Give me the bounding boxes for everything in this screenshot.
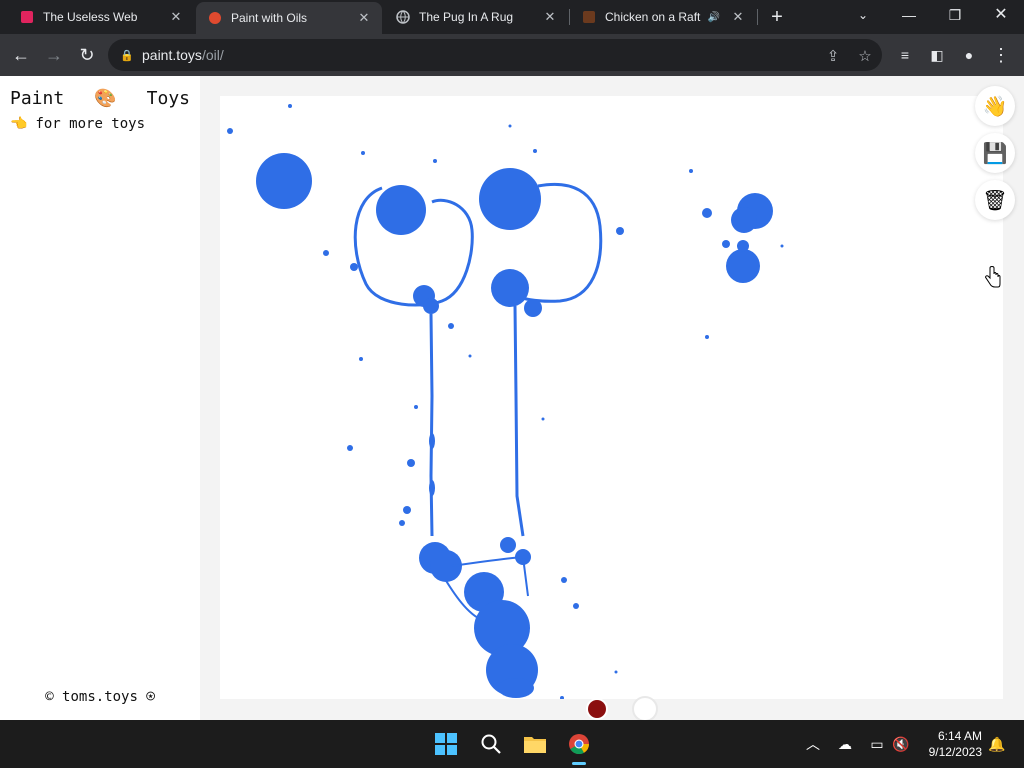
tab-separator bbox=[757, 9, 758, 25]
windows-start-icon[interactable] bbox=[430, 728, 462, 760]
sidebar: Paint 🎨 Toys 👈 for more toys © toms.toys … bbox=[0, 76, 200, 720]
media-control-icon[interactable]: ≡ bbox=[892, 42, 918, 68]
tab-title: The Pug In A Rug bbox=[419, 10, 514, 24]
blue-paint-group bbox=[227, 104, 784, 699]
browser-tab-strip: The Useless Web ✕ Paint with Oils ✕ The … bbox=[0, 0, 1024, 34]
address-bar[interactable]: 🔒 paint.toys/oil/ ⇪ ☆ bbox=[108, 39, 882, 71]
clock[interactable]: 6:14 AM 9/12/2023 bbox=[920, 728, 982, 760]
web-page: Paint 🎨 Toys 👈 for more toys © toms.toys … bbox=[0, 76, 1024, 722]
url-path: /oil/ bbox=[201, 47, 224, 63]
tab-paint-with-oils[interactable]: Paint with Oils ✕ bbox=[196, 2, 382, 34]
tab-title: Paint with Oils bbox=[231, 11, 308, 25]
globe-icon bbox=[396, 10, 410, 24]
brand-title[interactable]: Paint 🎨 Toys bbox=[10, 88, 190, 109]
side-panel-icon[interactable]: ◧ bbox=[924, 42, 950, 68]
lock-icon: 🔒 bbox=[120, 49, 134, 62]
speaker-icon[interactable]: 🔊 bbox=[708, 12, 720, 23]
chevron-up-icon[interactable]: ︿ bbox=[802, 733, 824, 755]
close-icon[interactable]: ✕ bbox=[542, 9, 558, 25]
windows-taskbar: ︿ ☁ ▭ 🔇 6:14 AM 9/12/2023 🔔 bbox=[0, 720, 1024, 768]
tab-title: The Useless Web bbox=[43, 10, 138, 24]
tab-search-icon[interactable]: ⌄ bbox=[840, 0, 886, 34]
forward-arrow-icon[interactable]: → bbox=[41, 42, 67, 68]
close-window-button[interactable]: ✕ bbox=[978, 0, 1024, 34]
back-arrow-icon[interactable]: ← bbox=[8, 42, 34, 68]
clock-date: 9/12/2023 bbox=[928, 745, 982, 759]
tab-pug-in-a-rug[interactable]: The Pug In A Rug ✕ bbox=[384, 0, 568, 34]
minimize-button[interactable]: — bbox=[886, 0, 932, 34]
menu-kebab-icon[interactable]: ⋮ bbox=[988, 42, 1014, 68]
tomato-favicon bbox=[208, 11, 222, 25]
url-host: paint.toys bbox=[142, 47, 202, 63]
new-tab-button[interactable]: + bbox=[766, 6, 788, 28]
running-indicator bbox=[572, 762, 586, 765]
brand-word-toys: Toys bbox=[146, 88, 190, 109]
footer-credit[interactable]: © toms.toys ⍟ bbox=[0, 689, 200, 705]
paint-strokes bbox=[227, 104, 784, 699]
network-icon[interactable]: ▭ bbox=[866, 733, 888, 755]
chrome-icon[interactable] bbox=[563, 728, 595, 760]
volume-muted-icon[interactable]: 🔇 bbox=[890, 733, 912, 755]
file-explorer-icon[interactable] bbox=[519, 728, 551, 760]
search-icon[interactable] bbox=[475, 728, 507, 760]
red-color-swatch[interactable] bbox=[588, 700, 606, 718]
profile-icon[interactable]: ● bbox=[956, 42, 982, 68]
close-icon[interactable]: ✕ bbox=[730, 9, 746, 25]
notification-bell-icon[interactable]: 🔔 bbox=[986, 733, 1008, 755]
color-swatches bbox=[578, 690, 668, 722]
hand-cursor-icon bbox=[985, 266, 1001, 288]
tab-chicken-on-a-raft[interactable]: Chicken on a Raft 🔊 ✕ bbox=[570, 0, 756, 34]
wave-hand-icon[interactable]: 👋 bbox=[975, 86, 1015, 126]
star-icon[interactable]: ☆ bbox=[852, 44, 878, 70]
pointing-hand-icon: 👈 bbox=[10, 116, 28, 132]
browser-toolbar: ← → ↻ 🔒 paint.toys/oil/ ⇪ ☆ ≡ ◧ ● ⋮ bbox=[0, 34, 1024, 76]
clock-time: 6:14 AM bbox=[937, 729, 982, 743]
white-color-swatch[interactable] bbox=[632, 696, 658, 722]
more-toys-link[interactable]: 👈 for more toys bbox=[10, 116, 145, 132]
save-icon[interactable]: 💾 bbox=[975, 133, 1015, 173]
close-icon[interactable]: ✕ bbox=[356, 10, 372, 26]
paint-canvas[interactable] bbox=[220, 96, 1003, 699]
reload-icon[interactable]: ↻ bbox=[74, 42, 100, 68]
palette-icon: 🎨 bbox=[94, 88, 117, 109]
restore-button[interactable]: ❐ bbox=[932, 0, 978, 34]
close-icon[interactable]: ✕ bbox=[168, 9, 184, 25]
tab-title: Chicken on a Raft bbox=[605, 10, 701, 24]
useless-web-favicon bbox=[20, 10, 34, 24]
chicken-favicon bbox=[582, 10, 596, 24]
tab-useless-web[interactable]: The Useless Web ✕ bbox=[8, 0, 194, 34]
share-icon[interactable]: ⇪ bbox=[820, 44, 846, 70]
onedrive-icon[interactable]: ☁ bbox=[834, 733, 856, 755]
brand-word-paint: Paint bbox=[10, 88, 65, 109]
more-toys-label: for more toys bbox=[35, 116, 146, 132]
trash-icon[interactable]: 🗑 bbox=[975, 180, 1015, 220]
